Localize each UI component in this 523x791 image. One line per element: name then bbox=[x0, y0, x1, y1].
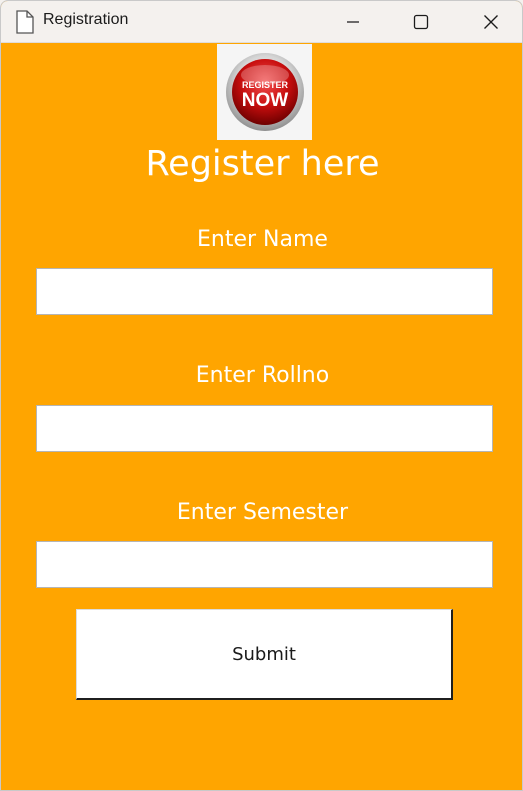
semester-input[interactable] bbox=[36, 541, 493, 588]
registration-window: Registration REGISTER NOW Register here … bbox=[0, 0, 523, 791]
window-title: Registration bbox=[43, 11, 129, 28]
close-button[interactable] bbox=[468, 1, 514, 43]
register-now-badge-icon: REGISTER NOW bbox=[225, 53, 304, 131]
document-icon bbox=[15, 10, 35, 34]
page-title: Register here bbox=[145, 144, 380, 184]
close-icon bbox=[483, 14, 499, 30]
rollno-input[interactable] bbox=[36, 405, 493, 452]
title-bar[interactable]: Registration bbox=[1, 1, 522, 43]
maximize-icon bbox=[413, 14, 429, 30]
maximize-button[interactable] bbox=[398, 1, 444, 43]
logo-line1: REGISTER bbox=[241, 80, 288, 90]
rollno-label: Enter Rollno bbox=[195, 363, 330, 388]
logo-line2: NOW bbox=[241, 90, 288, 111]
submit-button[interactable]: Submit bbox=[76, 609, 453, 700]
semester-label: Enter Semester bbox=[176, 500, 349, 525]
register-now-logo: REGISTER NOW bbox=[217, 44, 312, 140]
name-input[interactable] bbox=[36, 268, 493, 315]
minimize-icon bbox=[345, 14, 361, 30]
minimize-button[interactable] bbox=[330, 1, 376, 43]
name-label: Enter Name bbox=[197, 227, 328, 252]
